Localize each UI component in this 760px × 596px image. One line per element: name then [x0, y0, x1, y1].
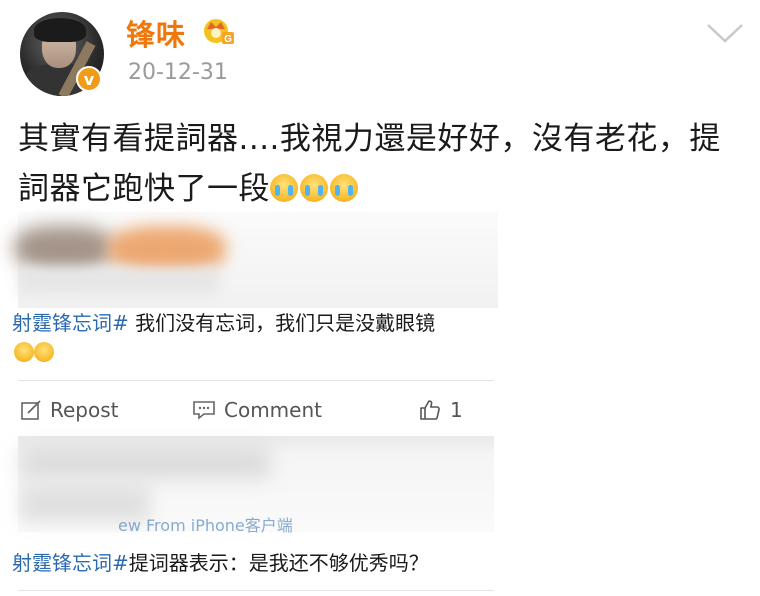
hashtag-link[interactable]: 射霆锋忘词#: [12, 311, 129, 335]
post-body: 其實有看提詞器....我視力還是好好，沒有老花，提詞器它跑快了一段: [18, 114, 748, 214]
v-badge-icon: v: [76, 66, 102, 92]
repost-label: Repost: [50, 398, 119, 422]
blurred-meta-2: [20, 448, 270, 478]
post-text: 其實有看提詞器....我視力還是好好，沒有老花，提詞器它跑快了一段: [18, 121, 721, 207]
crown-icon[interactable]: G: [202, 16, 234, 44]
thumbs-up-icon: [420, 400, 440, 420]
crying-emoji-icon: [300, 174, 328, 202]
svg-text:G: G: [224, 34, 232, 44]
repost-body-2: 提词器表示：是我还不够优秀吗？: [128, 551, 429, 575]
repost-button[interactable]: Repost: [20, 398, 119, 422]
comment-icon: [193, 401, 215, 420]
blurred-meta: [18, 268, 218, 294]
repost-text: 射霆锋忘词# 我们没有忘词，我们只是没戴眼镜: [12, 306, 435, 340]
laughing-emoji-icon: [34, 342, 54, 362]
laughing-emoji-icon: [14, 342, 34, 362]
edit-icon: [21, 400, 41, 420]
divider: [18, 380, 494, 381]
chevron-down-icon[interactable]: [706, 22, 744, 44]
post-time: 20-12-31: [128, 60, 228, 85]
post-source: ew From iPhone客户端: [118, 516, 293, 535]
crying-emoji-icon: [330, 174, 358, 202]
comment-label: Comment: [224, 398, 322, 422]
hashtag-link-2[interactable]: 射霆锋忘词#: [12, 551, 129, 575]
like-count: 1: [450, 398, 463, 422]
like-button[interactable]: 1: [418, 398, 463, 422]
comment-button[interactable]: Comment: [192, 398, 322, 422]
blurred-username: [108, 226, 226, 272]
repost-text-2: 射霆锋忘词#提词器表示：是我还不够优秀吗？: [12, 546, 429, 580]
avatar-hair-shape: [34, 18, 86, 42]
repost-body: 我们没有忘词，我们只是没戴眼镜: [128, 311, 436, 335]
blurred-avatar: [14, 226, 114, 270]
username[interactable]: 锋味: [126, 12, 186, 54]
divider-bottom: [18, 590, 494, 591]
laughing-emojis: [14, 342, 54, 363]
crying-emoji-icon: [270, 174, 298, 202]
